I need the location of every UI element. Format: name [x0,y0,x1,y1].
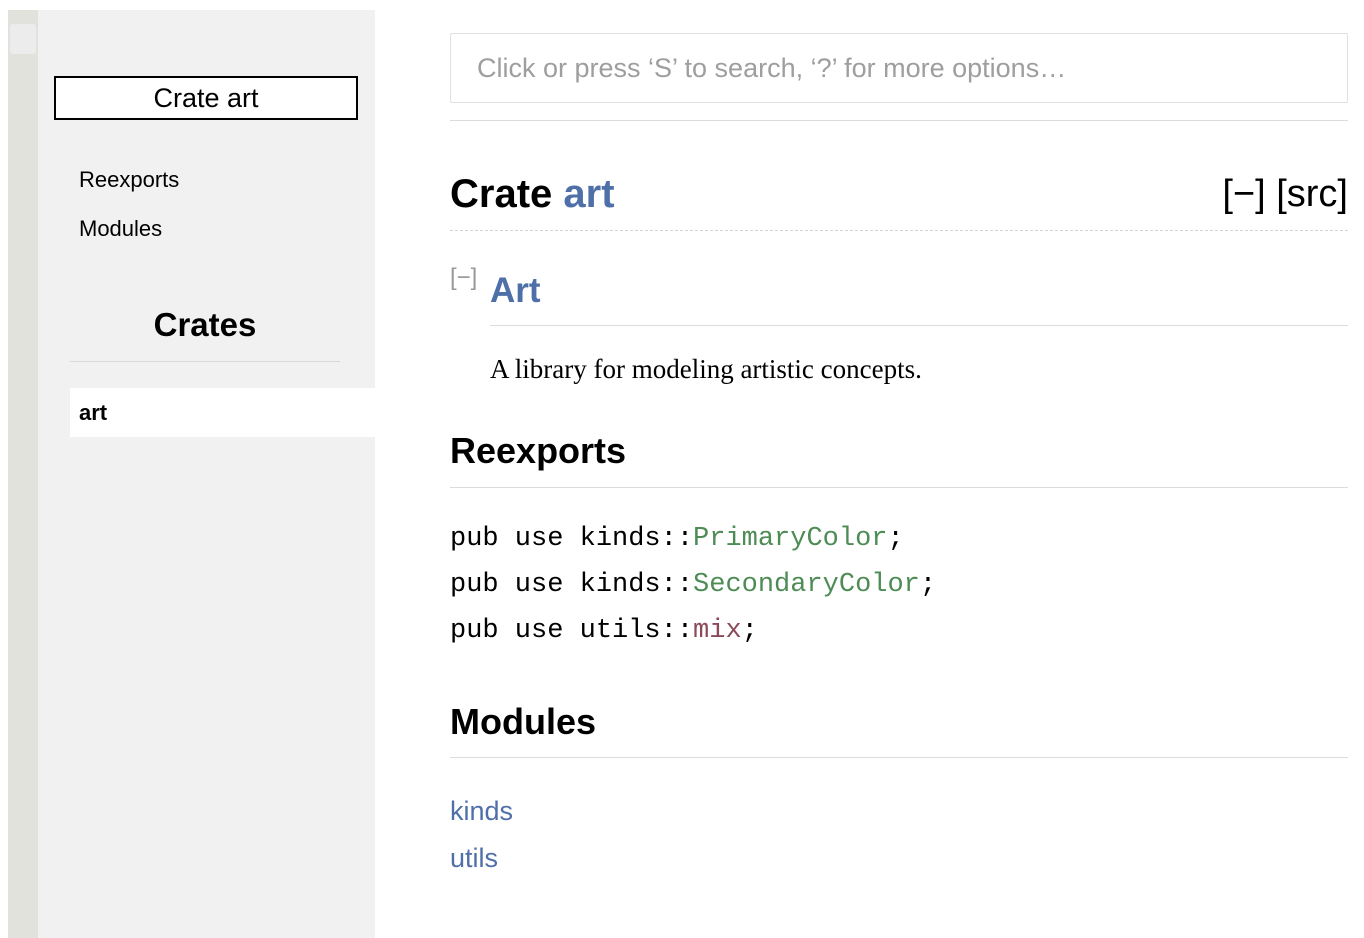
reexport-suffix: ; [741,616,758,646]
crates-heading: Crates [153,306,257,343]
reexport-suffix: ; [887,524,904,554]
docblock-divider [490,325,1348,326]
scrollbar-track[interactable] [8,10,38,938]
reexports-divider [450,487,1348,488]
modules-divider [450,757,1348,758]
reexport-prefix: pub use kinds:: [450,524,694,554]
docblock-description: A library for modeling artistic concepts… [490,354,922,384]
page-title-crate-link[interactable]: art [563,172,614,216]
docblock-heading[interactable]: Art [490,268,541,314]
sidebar-item-modules[interactable]: Modules [79,216,162,242]
page-title-prefix: Crate [450,172,564,216]
src-link[interactable]: [src] [1276,173,1348,215]
reexports-heading: Reexports [450,430,627,471]
reexport-line: pub use utils::mix; [450,616,758,646]
reexport-prefix: pub use utils:: [450,616,694,646]
header-controls: [−] [src] [1222,168,1348,220]
reexport-prefix: pub use kinds:: [450,570,694,600]
reexport-mix-link[interactable]: mix [693,616,742,646]
rustdoc-page: Crate art Reexports Modules Crates art C… [0,0,1364,938]
crates-divider [70,361,340,362]
sidebar: Crate art Reexports Modules Crates art [38,10,375,938]
module-link-kinds[interactable]: kinds [450,796,513,827]
search-divider [450,120,1348,121]
modules-heading: Modules [450,701,597,742]
reexport-line: pub use kinds::SecondaryColor; [450,570,936,600]
reexport-line: pub use kinds::PrimaryColor; [450,524,904,554]
docblock-toggle[interactable]: [−] [450,264,477,292]
reexport-secondary-color-link[interactable]: SecondaryColor [693,570,920,600]
scrollbar-thumb[interactable] [10,24,36,54]
sidebar-crate-title: Crate art [54,76,358,120]
reexport-primary-color-link[interactable]: PrimaryColor [693,524,887,554]
sidebar-crate-art[interactable]: art [70,388,375,437]
page-title: Crate art [450,168,615,220]
main-content: Crate art [−] [src] [−] Art A library fo… [450,0,1348,938]
collapse-all-toggle[interactable]: [−] [1222,173,1265,215]
sidebar-item-reexports[interactable]: Reexports [79,167,179,193]
search-input[interactable] [450,33,1348,103]
title-divider [450,230,1348,231]
module-link-utils[interactable]: utils [450,843,498,874]
reexport-suffix: ; [919,570,937,600]
